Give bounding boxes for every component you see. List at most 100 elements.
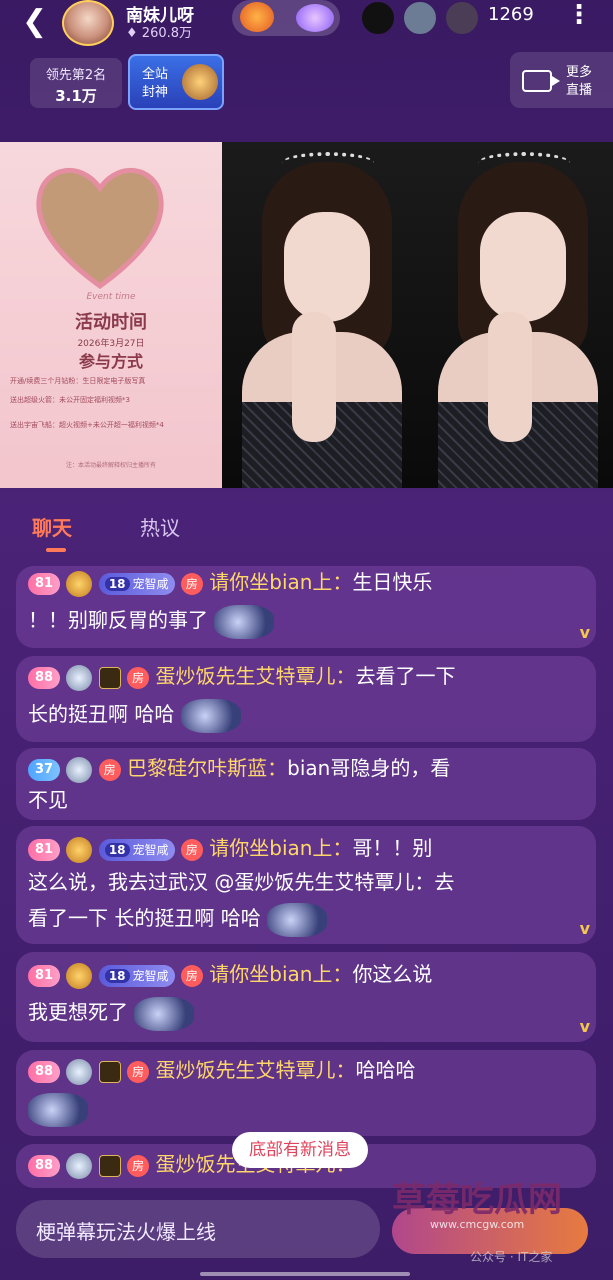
god-avatar-icon xyxy=(182,64,218,100)
message-text: 不见 xyxy=(28,788,68,812)
viewer-avatar[interactable] xyxy=(444,0,480,36)
chevron-down-icon[interactable]: v xyxy=(580,1017,590,1036)
chat-message[interactable]: 88 房 蛋炒饭先生艾特覃儿：哈哈哈 xyxy=(16,1050,596,1136)
heart-frame-icon xyxy=(36,168,164,290)
chat-message[interactable]: 37 房 巴黎硅尔咔斯蓝：bian哥隐身的，看 不见 xyxy=(16,748,596,820)
chat-message[interactable]: 81 18 宠智咸 房 请你坐bian上：哥！！别 这么说，我去过武汉 @蛋炒饭先… xyxy=(16,826,596,944)
viewer-count[interactable]: 1269 xyxy=(488,4,534,25)
guard-icon xyxy=(98,1060,121,1083)
back-arrow-icon[interactable]: ❮ xyxy=(22,4,47,39)
level-badge: 81 xyxy=(28,572,61,595)
heat-icon: ♦ xyxy=(126,26,142,41)
more-live-button[interactable]: 更多 直播 xyxy=(510,52,613,108)
message-text: bian哥隐身的，看 xyxy=(287,756,451,780)
poster-line: 送出宇宙飞船：超火视频+未公开超一福利视频*4 xyxy=(10,421,164,429)
live-video[interactable]: Event time 活动时间 2026年3月27日 参与方式 开通/续费三个月… xyxy=(0,142,613,488)
tab-hot[interactable]: 热议 xyxy=(140,512,180,541)
rocket-gift-icon xyxy=(28,1092,88,1127)
chat-message[interactable]: 81 18 宠智咸 房 请你坐bian上：你这么说 我更想死了 v xyxy=(16,952,596,1042)
poster-how: 参与方式 xyxy=(78,352,143,371)
level-badge: 88 xyxy=(28,666,61,689)
diamond-icon[interactable] xyxy=(296,4,334,32)
host-fans-count: ♦ 260.8万 xyxy=(126,26,193,41)
watermark-source: 公众号 · IT之家 xyxy=(470,1250,553,1264)
chevron-down-icon[interactable]: v xyxy=(580,623,590,642)
level-badge: 81 xyxy=(28,838,61,861)
room-badge: 房 xyxy=(127,1154,150,1177)
medal-icon xyxy=(66,756,93,783)
room-badge: 房 xyxy=(127,1060,150,1083)
guard-icon xyxy=(98,666,121,689)
poster-title: 活动时间 xyxy=(75,312,147,333)
rank-label: 领先第2名 xyxy=(45,68,107,83)
medal-icon xyxy=(66,836,93,863)
message-text: 哥！！别 xyxy=(352,836,433,860)
room-badge: 房 xyxy=(180,572,203,595)
event-poster: Event time 活动时间 2026年3月27日 参与方式 开通/续费三个月… xyxy=(0,142,222,488)
level-badge: 81 xyxy=(28,964,61,987)
message-text: 我更想死了 xyxy=(28,1000,128,1024)
user-name[interactable]: 蛋炒饭先生艾特覃儿： xyxy=(156,1058,356,1082)
rank-badge[interactable]: 领先第2名 3.1万 xyxy=(30,58,122,108)
message-text: 长的挺丑啊 哈哈 xyxy=(28,702,175,726)
chat-message[interactable]: 81 18 宠智咸 房 请你坐bian上：生日快乐 ！！别聊反胃的事了 v xyxy=(16,566,596,648)
user-name[interactable]: 巴黎硅尔咔斯蓝： xyxy=(127,756,287,780)
viewer-avatars[interactable] xyxy=(360,0,484,36)
message-text: 哈哈哈 xyxy=(355,1058,416,1082)
medal-icon xyxy=(66,664,93,691)
streamer-camera xyxy=(418,142,613,488)
room-badge: 房 xyxy=(127,666,150,689)
watermark-url: www.cmcgw.com xyxy=(430,1218,525,1231)
room-badge: 房 xyxy=(180,964,203,987)
rank-crown-icon[interactable] xyxy=(240,2,274,32)
god-label: 全站 封神 xyxy=(142,67,169,100)
more-live-label: 更多 直播 xyxy=(566,65,593,98)
streamer-camera xyxy=(222,142,418,488)
rocket-gift-icon xyxy=(214,604,275,639)
fan-badge: 18 宠智咸 xyxy=(98,838,175,861)
level-badge: 88 xyxy=(28,1154,61,1177)
medal-icon xyxy=(66,1152,93,1179)
rocket-gift-icon xyxy=(180,698,241,733)
user-name[interactable]: 请你坐bian上： xyxy=(209,836,352,860)
chat-input-placeholder: 梗弹幕玩法火爆上线 xyxy=(36,1220,216,1244)
level-badge: 37 xyxy=(28,758,61,781)
message-text: 生日快乐 xyxy=(352,570,433,594)
chat-message[interactable]: 88 房 蛋炒饭先生艾特覃儿：去看了一下 长的挺丑啊 哈哈 xyxy=(16,656,596,742)
guard-icon xyxy=(98,1154,121,1177)
message-text: ！！别聊反胃的事了 xyxy=(28,608,208,632)
message-text: 这么说，我去过武汉 @蛋炒饭先生艾特覃儿：去 xyxy=(28,870,455,894)
viewer-avatar[interactable] xyxy=(360,0,396,36)
tab-chat[interactable]: 聊天 xyxy=(32,512,72,541)
chat-input[interactable]: 梗弹幕玩法火爆上线 xyxy=(16,1200,380,1258)
god-badge[interactable]: 全站 封神 xyxy=(128,54,224,110)
top-bar: ❮ 南妹儿呀 ♦ 260.8万 1269 ⋮ xyxy=(0,0,613,48)
poster-en: Event time xyxy=(86,292,136,302)
user-name[interactable]: 请你坐bian上： xyxy=(209,570,352,594)
poster-line: 开通/续费三个月钻粉：生日限定电子版写真 xyxy=(10,377,146,385)
user-name[interactable]: 请你坐bian上： xyxy=(209,962,352,986)
chevron-down-icon[interactable]: v xyxy=(580,919,590,938)
rocket-gift-icon xyxy=(267,902,328,937)
host-avatar[interactable] xyxy=(62,0,114,46)
user-name[interactable]: 蛋炒饭先生艾特覃儿： xyxy=(156,664,356,688)
tab-underline xyxy=(46,548,66,552)
room-badge: 房 xyxy=(98,758,121,781)
medal-icon xyxy=(66,962,93,989)
poster-line: 送出超级火箭：未公开固定福利视频*3 xyxy=(10,396,130,404)
watermark-site: 草莓吃瓜网 xyxy=(392,1180,562,1220)
poster-footnote: 注：本活动最终解释权归主播所有 xyxy=(65,462,156,469)
room-badge: 房 xyxy=(180,838,203,861)
medal-icon xyxy=(66,1058,93,1085)
camera-icon xyxy=(522,70,560,92)
new-messages-button[interactable]: 底部有新消息 xyxy=(232,1132,368,1168)
fan-badge: 18 宠智咸 xyxy=(98,964,175,987)
home-indicator xyxy=(200,1272,410,1276)
more-menu-icon[interactable]: ⋮ xyxy=(566,0,592,30)
message-text: 看了一下 长的挺丑啊 哈哈 xyxy=(28,906,261,930)
viewer-avatar[interactable] xyxy=(402,0,438,36)
level-badge: 88 xyxy=(28,1060,61,1083)
rocket-gift-icon xyxy=(134,996,195,1031)
fan-badge: 18 宠智咸 xyxy=(98,572,175,595)
message-text: 你这么说 xyxy=(352,962,433,986)
